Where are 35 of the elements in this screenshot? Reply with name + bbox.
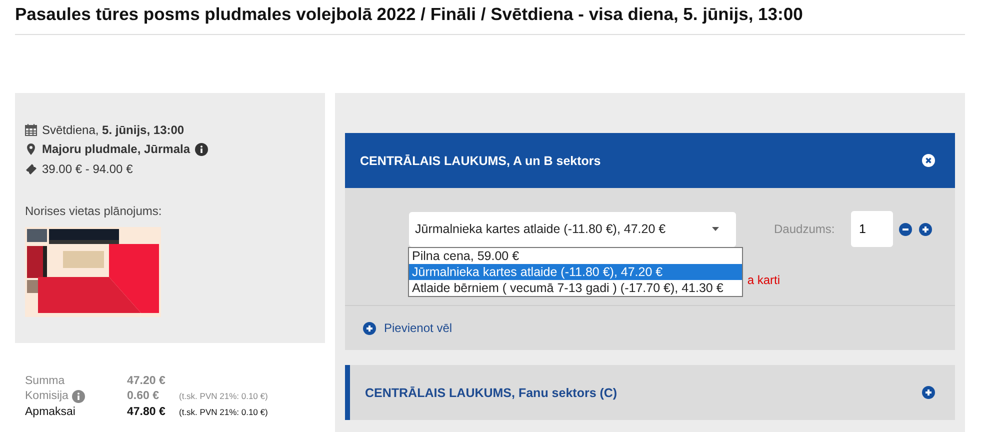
plan-label: Norises vietas plānojums: (25, 204, 163, 218)
vat-note: (t.sk. PVN 21%: 0.10 €) (179, 391, 268, 402)
section-header[interactable]: CENTRĀLAIS LAUKUMS, Fanu sektors (C) (345, 365, 955, 420)
add-more-link[interactable]: Pievienot vēl (384, 321, 452, 335)
plus-icon[interactable] (919, 222, 932, 236)
ticket-type-dropdown[interactable]: Jūrmalnieka kartes atlaide (-11.80 €), 47.20 € (409, 212, 736, 246)
summary-value: 47.20 € (127, 374, 166, 387)
summary-label: Summa (25, 374, 65, 387)
minus-icon[interactable] (899, 222, 912, 236)
summary-value: 0.60 € (127, 390, 160, 402)
summary-label: Komisija (25, 390, 68, 402)
map-pin-icon (25, 143, 37, 156)
close-icon[interactable] (922, 154, 935, 167)
dropdown-option[interactable]: Jūrmalnieka kartes atlaide (-11.80 €), 47.20 € (409, 264, 742, 280)
venue-name: Majoru pludmale, Jūrmala (42, 142, 190, 156)
page-title: Pasaules tūres posms pludmales volejbolā 2022 / Fināli / Svētdiena - visa diena, 5. jūnijs, 13:00 (15, 0, 965, 35)
warning-text: a karti (747, 272, 780, 286)
summary-value: 47.80 € (127, 406, 166, 418)
caret-icon (712, 227, 719, 231)
info-icon[interactable] (195, 142, 208, 156)
section-header[interactable]: CENTRĀLAIS LAUKUMS, A un B sektors (345, 133, 955, 188)
event-date: Svētdiena, 5. jūnijs, 13:00 (42, 122, 184, 137)
dropdown-option[interactable]: Pilna cena, 59.00 € (409, 248, 742, 264)
section-title: CENTRĀLAIS LAUKUMS, A un B sektors (360, 154, 601, 168)
section-title: CENTRĀLAIS LAUKUMS, Fanu sektors (C) (365, 386, 618, 400)
price-range: 39.00 € - 94.00 € (42, 162, 133, 176)
summary-label: Apmaksai (25, 406, 76, 418)
dropdown-option[interactable]: Atlaide bērniem ( vecumā 7-13 gadi ) (-17.70 €), 41.30 € (409, 280, 742, 296)
calendar-icon (25, 124, 37, 136)
plus-icon[interactable] (363, 322, 376, 334)
quantity-field[interactable]: 1 (851, 211, 893, 247)
quantity-label: Daudzums: (774, 222, 836, 236)
plus-icon[interactable] (922, 386, 935, 399)
ticket-icon (25, 162, 37, 175)
vat-note: (t.sk. PVN 21%: 0.10 €) (179, 406, 268, 417)
